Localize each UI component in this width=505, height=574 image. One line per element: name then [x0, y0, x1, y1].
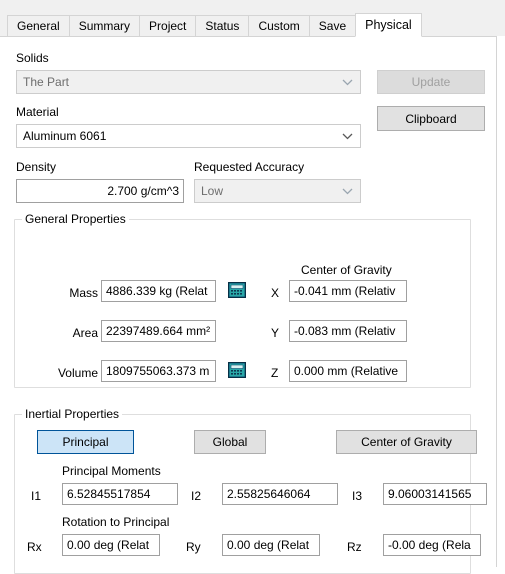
- principal-moments-heading: Principal Moments: [62, 464, 161, 478]
- material-dropdown-value: Aluminum 6061: [23, 129, 107, 143]
- tab-physical-label: Physical: [365, 18, 412, 32]
- area-label: Area: [72, 326, 98, 340]
- i2-input[interactable]: 2.55825646064: [222, 483, 338, 505]
- i1-input[interactable]: 6.52845517854: [62, 483, 178, 505]
- cog-z-input[interactable]: 0.000 mm (Relative: [289, 360, 407, 382]
- global-button-label: Global: [212, 435, 248, 449]
- cog-z-label: Z: [271, 366, 279, 380]
- cog-y-input[interactable]: -0.083 mm (Relativ: [289, 320, 407, 342]
- material-dropdown[interactable]: Aluminum 6061: [16, 124, 361, 148]
- ry-input[interactable]: 0.00 deg (Relat: [222, 534, 320, 556]
- volume-label: Volume: [57, 366, 98, 380]
- physical-properties-panel: Solids The Part Material Aluminum 6061 U…: [0, 36, 497, 574]
- density-label: Density: [16, 160, 57, 174]
- center-of-gravity-heading: Center of Gravity: [301, 263, 392, 277]
- mass-input[interactable]: 4886.339 kg (Relat: [101, 280, 216, 302]
- chevron-down-icon: [340, 125, 354, 147]
- requested-accuracy-label: Requested Accuracy: [194, 160, 305, 174]
- principal-button[interactable]: Principal: [37, 430, 134, 454]
- volume-input[interactable]: 1809755063.373 m: [101, 360, 216, 382]
- tab-project-label: Project: [149, 19, 187, 33]
- cog-y-label: Y: [271, 326, 280, 340]
- tab-save[interactable]: Save: [308, 15, 357, 36]
- tab-summary-label: Summary: [78, 19, 131, 33]
- chevron-down-icon: [340, 180, 354, 202]
- inertial-properties-title: Inertial Properties: [22, 407, 123, 421]
- cog-x-label: X: [271, 286, 280, 300]
- chevron-down-icon: [340, 71, 354, 93]
- clipboard-button[interactable]: Clipboard: [377, 106, 485, 131]
- solids-dropdown[interactable]: The Part: [16, 70, 361, 94]
- solids-label: Solids: [16, 51, 49, 65]
- i3-label: I3: [352, 489, 363, 503]
- tab-general[interactable]: General: [7, 15, 70, 36]
- density-input[interactable]: 2.700 g/cm^3: [16, 179, 184, 203]
- tab-status[interactable]: Status: [195, 15, 250, 36]
- area-input[interactable]: 22397489.664 mm²: [101, 320, 216, 342]
- mass-label: Mass: [69, 286, 98, 300]
- tab-strip: General Summary Project Status Custom Sa…: [0, 0, 505, 37]
- clipboard-button-label: Clipboard: [405, 111, 457, 126]
- tab-physical[interactable]: Physical: [355, 13, 422, 37]
- i2-label: I2: [191, 489, 202, 503]
- tab-summary[interactable]: Summary: [68, 15, 141, 36]
- solids-dropdown-value: The Part: [23, 75, 70, 89]
- i1-label: I1: [31, 489, 42, 503]
- global-button[interactable]: Global: [194, 430, 266, 454]
- update-button-label: Update: [411, 75, 451, 89]
- principal-button-label: Principal: [62, 435, 109, 449]
- tab-custom-label: Custom: [258, 19, 300, 33]
- tab-general-label: General: [17, 19, 60, 33]
- calculator-icon[interactable]: [228, 282, 246, 298]
- tab-custom[interactable]: Custom: [248, 15, 310, 36]
- material-label: Material: [16, 105, 59, 119]
- rx-input[interactable]: 0.00 deg (Relat: [62, 534, 160, 556]
- ry-label: Ry: [186, 540, 201, 554]
- update-button[interactable]: Update: [377, 70, 485, 94]
- tab-status-label: Status: [205, 19, 240, 33]
- center-of-gravity-button-label: Center of Gravity: [361, 435, 452, 449]
- tab-list: General Summary Project Status Custom Sa…: [7, 13, 422, 37]
- i3-input[interactable]: 9.06003141565: [383, 483, 487, 505]
- calculator-icon[interactable]: [228, 362, 246, 378]
- rz-label: Rz: [347, 540, 362, 554]
- rotation-to-principal-heading: Rotation to Principal: [62, 515, 170, 529]
- rz-input[interactable]: -0.00 deg (Rela: [383, 534, 481, 556]
- rx-label: Rx: [27, 540, 42, 554]
- requested-accuracy-dropdown[interactable]: Low: [194, 179, 361, 203]
- panel-right-margin: [497, 36, 505, 567]
- tab-save-label: Save: [318, 19, 347, 33]
- general-properties-title: General Properties: [22, 212, 129, 226]
- center-of-gravity-button[interactable]: Center of Gravity: [336, 430, 477, 454]
- cog-x-input[interactable]: -0.041 mm (Relativ: [289, 280, 407, 302]
- tab-project[interactable]: Project: [139, 15, 197, 36]
- requested-accuracy-value: Low: [201, 184, 224, 198]
